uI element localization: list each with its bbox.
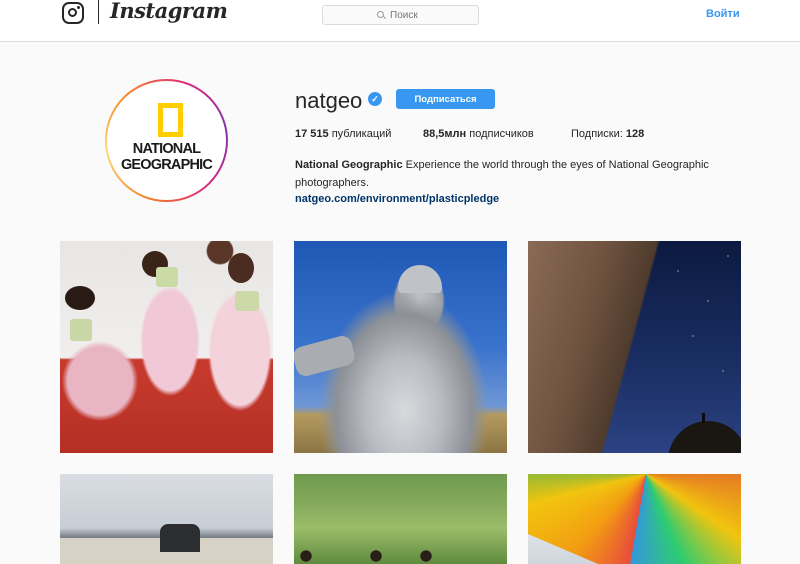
following-count: 128 — [625, 128, 645, 140]
photo-detail — [228, 253, 254, 283]
search-input[interactable] — [390, 9, 424, 21]
post-tile-girls-with-drinks[interactable] — [60, 241, 273, 453]
photo-detail — [65, 286, 95, 310]
photo-detail — [294, 548, 507, 564]
avatar-border: NATIONAL GEOGRAPHIC — [107, 81, 226, 200]
search-box[interactable] — [322, 5, 479, 25]
login-link[interactable]: Войти — [706, 8, 740, 20]
post-tile-starry-cliff[interactable] — [528, 241, 741, 453]
photo-detail — [528, 534, 598, 564]
post-tile-green-hills[interactable] — [294, 474, 507, 564]
instagram-glyph-icon[interactable] — [62, 2, 84, 24]
post-tile-rainbow-umbrella[interactable] — [528, 474, 741, 564]
stat-followers[interactable]: 88,5млн подписчиков — [423, 128, 534, 140]
profile-avatar[interactable]: NATIONAL GEOGRAPHIC — [105, 79, 228, 202]
bio-link[interactable]: natgeo.com/environment/plasticpledge — [295, 193, 499, 205]
instagram-wordmark[interactable]: Instagram — [110, 0, 228, 23]
logo-text-line1: NATIONAL — [132, 141, 201, 157]
photo-detail — [398, 265, 442, 293]
verified-badge-icon: ✓ — [368, 92, 382, 106]
stat-following[interactable]: Подписки: 128 — [571, 128, 644, 140]
header-divider — [98, 0, 99, 24]
bio-name: National Geographic — [295, 159, 403, 171]
photo-detail — [160, 524, 200, 552]
post-tile-boat[interactable] — [60, 474, 273, 564]
photo-detail — [668, 421, 741, 453]
following-label: Подписки: — [571, 128, 626, 140]
posts-label: публикаций — [328, 128, 392, 140]
photo-detail — [156, 267, 178, 287]
follow-button[interactable]: Подписаться — [396, 89, 495, 109]
photo-detail — [294, 333, 357, 379]
national-geographic-logo: NATIONAL GEOGRAPHIC — [110, 84, 223, 197]
ng-yellow-frame-icon — [158, 103, 183, 137]
top-navigation-bar: Instagram Войти — [0, 0, 800, 42]
photo-detail — [702, 413, 705, 423]
posts-count: 17 515 — [295, 128, 329, 140]
stat-posts: 17 515 публикаций — [295, 128, 391, 140]
profile-username: natgeo — [295, 88, 363, 113]
photo-detail — [70, 319, 92, 341]
logo-text-line2: GEOGRAPHIC — [120, 157, 213, 173]
search-icon — [377, 10, 386, 20]
profile-bio: National Geographic Experience the world… — [295, 157, 755, 192]
followers-label: подписчиков — [466, 128, 534, 140]
followers-count: 88,5млн — [423, 128, 467, 140]
post-tile-steel-statue[interactable] — [294, 241, 507, 453]
photo-detail — [235, 291, 259, 311]
